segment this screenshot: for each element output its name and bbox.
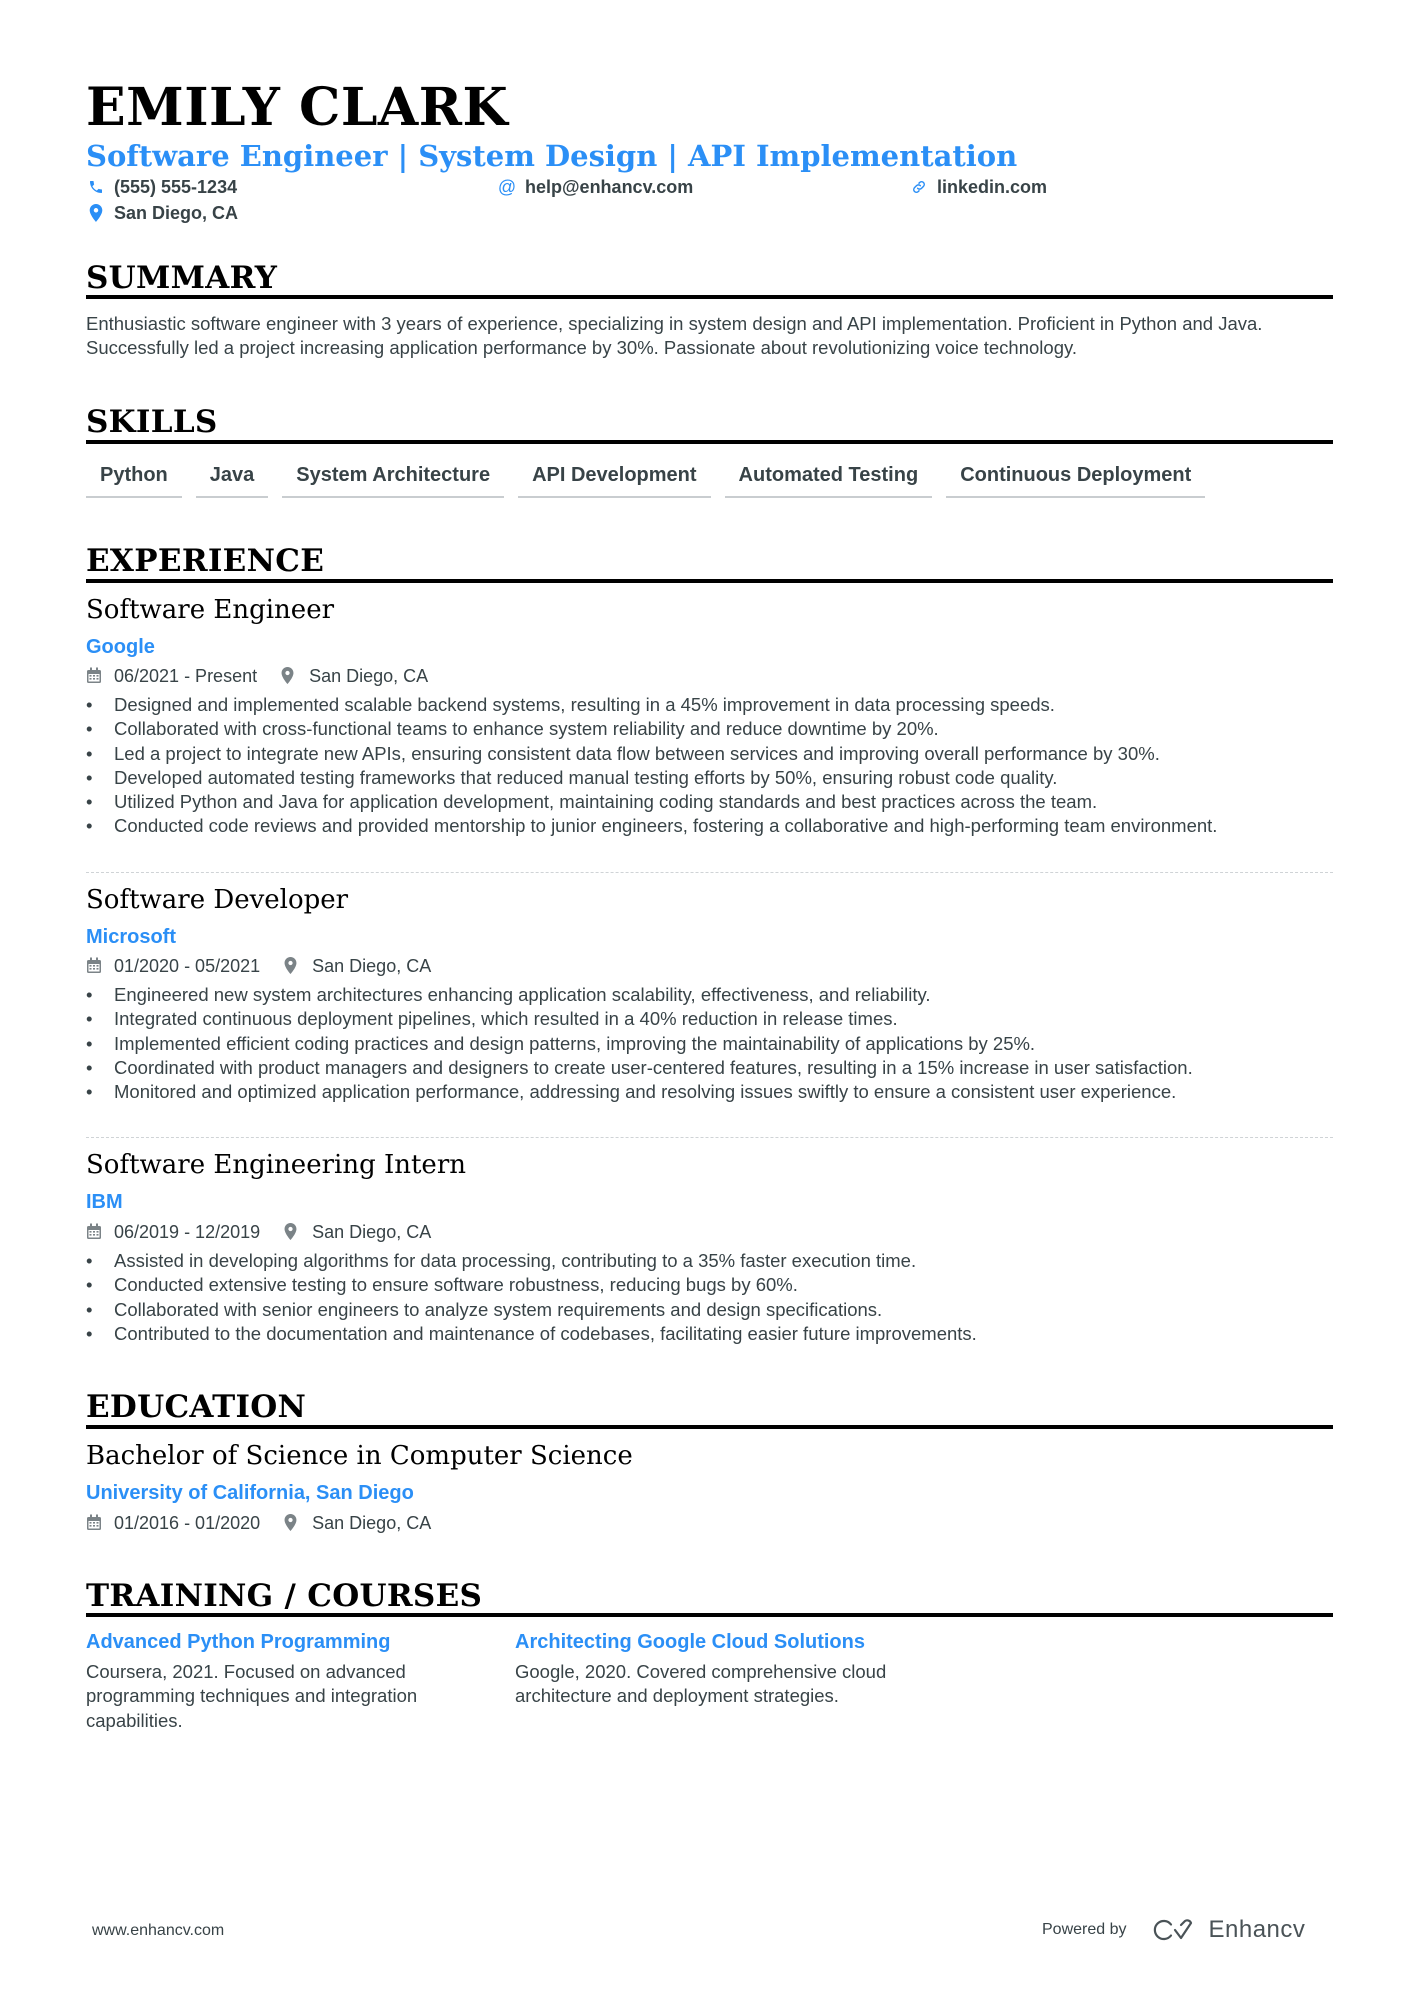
job-bullets: Designed and implemented scalable backen… [86, 693, 1336, 839]
bullet-item: Implemented efficient coding practices a… [86, 1032, 1336, 1057]
contact-location: San Diego, CA [86, 201, 238, 225]
skill-tag: API Development [518, 462, 711, 498]
bullet-item: Monitored and optimized application perf… [86, 1080, 1336, 1105]
calendar-icon [86, 1223, 104, 1241]
candidate-name: EMILY CLARK [86, 77, 509, 138]
at-icon: @ [497, 177, 517, 197]
powered-by-label: Powered by [1042, 1921, 1127, 1938]
contact-linkedin: linkedin.com [909, 175, 1047, 199]
skill-tag: Automated Testing [724, 462, 933, 498]
company-name: Google [86, 636, 155, 658]
calendar-icon [86, 957, 104, 975]
job-location: San Diego, CA [312, 956, 432, 976]
job-location: San Diego, CA [312, 1222, 432, 1242]
location-pin-icon [284, 957, 302, 975]
job-title: Software Developer [86, 885, 349, 915]
summary-text: Enthusiastic software engineer with 3 ye… [86, 313, 1263, 359]
job-title: Software Engineering Intern [86, 1150, 466, 1180]
job-separator [86, 1137, 1333, 1138]
job-meta: 06/2019 - 12/2019 San Diego, CA [86, 1220, 431, 1244]
company-name: IBM [86, 1191, 123, 1213]
headline: Software Engineer | System Design | API … [86, 139, 1018, 173]
bullet-item: Contributed to the documentation and mai… [86, 1322, 1336, 1347]
bullet-item: Collaborated with cross-functional teams… [86, 717, 1336, 742]
course-item: Advanced Python Programming Coursera, 20… [86, 1629, 476, 1733]
job-meta: 06/2021 - Present San Diego, CA [86, 664, 428, 688]
training-heading: TRAINING / COURSES [86, 1578, 483, 1614]
experience-divider [86, 579, 1333, 583]
job-dates: 06/2019 - 12/2019 [114, 1222, 261, 1242]
contact-email: @ help@enhancv.com [497, 175, 693, 199]
summary-heading: SUMMARY [86, 260, 278, 296]
skill-tag: Java [195, 462, 269, 498]
location-text: San Diego, CA [114, 203, 239, 223]
skill-tag: Python [86, 462, 182, 498]
course-description: Google, 2020. Covered comprehensive clou… [515, 1661, 887, 1707]
job-title: Software Engineer [86, 595, 335, 625]
link-icon [909, 177, 929, 197]
school-name: University of California, San Diego [86, 1482, 414, 1504]
bullet-item: Assisted in developing algorithms for da… [86, 1249, 1336, 1274]
job-separator [86, 872, 1333, 873]
skill-tag: Continuous Deployment [946, 462, 1206, 498]
phone-icon [86, 177, 106, 197]
summary-divider [86, 295, 1333, 299]
enhancv-logo-icon [1153, 1918, 1199, 1942]
degree-title: Bachelor of Science in Computer Science [86, 1441, 633, 1471]
phone-text[interactable]: (555) 555-1234 [114, 175, 237, 199]
training-divider [86, 1613, 1333, 1617]
bullet-item: Led a project to integrate new APIs, ens… [86, 742, 1336, 767]
calendar-icon [86, 1514, 104, 1532]
job-dates: 01/2020 - 05/2021 [114, 956, 261, 976]
skill-tag: System Architecture [282, 462, 505, 498]
skills-list: Python Java System Architecture API Deve… [86, 462, 1206, 498]
bullet-item: Conducted code reviews and provided ment… [86, 814, 1294, 839]
education-meta: 01/2016 - 01/2020 San Diego, CA [86, 1511, 431, 1535]
education-location: San Diego, CA [312, 1513, 432, 1533]
bullet-item: Engineered new system architectures enha… [86, 983, 1336, 1008]
email-text[interactable]: help@enhancv.com [525, 175, 693, 199]
footer-branding: Powered by Enhancv [1042, 1916, 1305, 1944]
course-title: Advanced Python Programming [86, 1631, 391, 1653]
education-dates: 01/2016 - 01/2020 [114, 1513, 261, 1533]
course-description: Coursera, 2021. Focused on advanced prog… [86, 1661, 418, 1731]
course-title: Architecting Google Cloud Solutions [515, 1631, 865, 1653]
footer-website[interactable]: www.enhancv.com [92, 1922, 224, 1940]
location-pin-icon [284, 1514, 302, 1532]
experience-heading: EXPERIENCE [86, 543, 325, 579]
bullet-item: Utilized Python and Java for application… [86, 790, 1336, 815]
course-item: Architecting Google Cloud Solutions Goog… [515, 1629, 895, 1709]
contact-phone: (555) 555-1234 [86, 175, 237, 199]
bullet-item: Designed and implemented scalable backen… [86, 693, 1336, 718]
brand-name: Enhancv [1208, 1916, 1306, 1943]
bullet-item: Developed automated testing frameworks t… [86, 766, 1336, 791]
linkedin-text[interactable]: linkedin.com [937, 175, 1047, 199]
job-location: San Diego, CA [309, 666, 429, 686]
location-pin-icon [284, 1223, 302, 1241]
bullet-item: Coordinated with product managers and de… [86, 1056, 1264, 1081]
bullet-item: Integrated continuous deployment pipelin… [86, 1007, 1336, 1032]
calendar-icon [86, 667, 104, 685]
bullet-item: Collaborated with senior engineers to an… [86, 1298, 1336, 1323]
bullet-item: Conducted extensive testing to ensure so… [86, 1273, 1336, 1298]
education-divider [86, 1425, 1333, 1429]
location-pin-icon [86, 203, 106, 223]
skills-heading: SKILLS [86, 404, 218, 440]
skills-divider [86, 440, 1333, 444]
location-pin-icon [281, 667, 299, 685]
job-bullets: Assisted in developing algorithms for da… [86, 1249, 1336, 1346]
job-dates: 06/2021 - Present [114, 666, 258, 686]
job-meta: 01/2020 - 05/2021 San Diego, CA [86, 954, 431, 978]
company-name: Microsoft [86, 926, 176, 948]
job-bullets: Engineered new system architectures enha… [86, 983, 1336, 1105]
education-heading: EDUCATION [86, 1389, 307, 1425]
